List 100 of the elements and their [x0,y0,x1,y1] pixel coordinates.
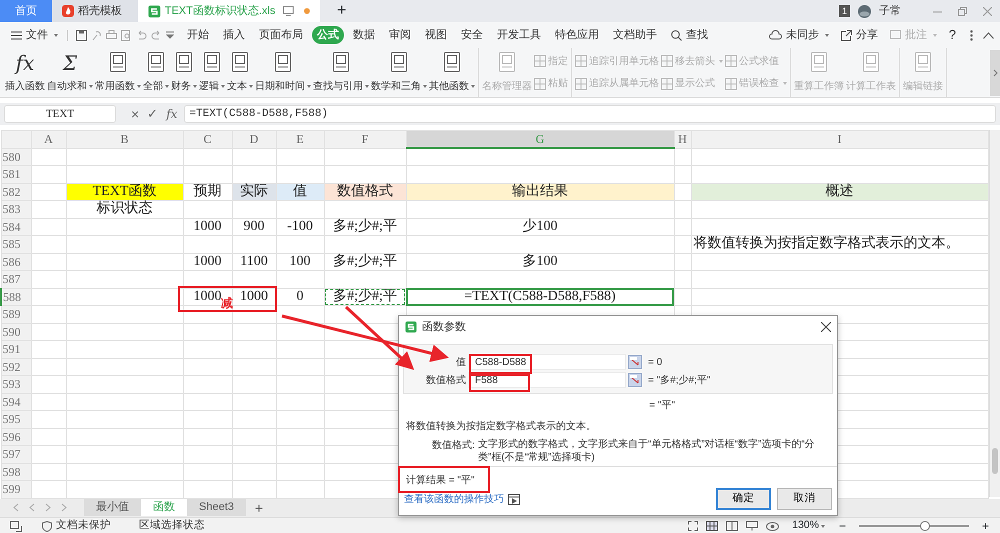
window-tab[interactable]: 首页 [0,0,52,22]
ribbon-button[interactable]: 其他函数 [428,50,476,95]
vertical-scrollbar[interactable] [988,130,1000,497]
row-header[interactable]: 580 [1,148,31,166]
column-header[interactable]: F [324,130,406,148]
enter-button[interactable]: ✓ [146,104,160,124]
column-header[interactable]: C [183,130,232,148]
menu-tab[interactable]: 开始 [182,26,214,44]
share-button[interactable]: 分享 [836,26,882,44]
row-header[interactable]: 583 [1,200,31,218]
menu-tab[interactable]: 文档助手 [608,26,662,44]
column-header[interactable]: A [31,130,66,148]
undo-icon[interactable] [136,30,147,40]
column-header[interactable]: I [691,130,988,148]
column-header[interactable]: B [66,130,183,148]
row-header[interactable]: 596 [1,428,31,446]
row-header[interactable]: 598 [1,463,31,480]
sync-button[interactable]: 未同步 [764,26,833,44]
user-name[interactable]: 子常 [879,2,901,20]
ribbon-button[interactable]: 查找与引用 [312,50,370,95]
input-field[interactable]: C588-D588 [468,354,626,370]
layout-icon[interactable] [746,521,758,531]
ribbon-button[interactable]: 文本 [226,50,254,95]
row-header[interactable]: 581 [1,166,31,183]
ribbon-button[interactable]: 常用函数 [94,50,142,95]
menu-tab[interactable]: 视图 [420,26,452,44]
new-tab-button[interactable]: + [336,0,348,22]
eye-icon[interactable] [766,522,780,530]
fullscreen-icon[interactable] [688,521,698,531]
row-header[interactable]: 594 [1,393,31,410]
column-header[interactable]: D [232,130,276,148]
row-header[interactable]: 582 [1,183,31,200]
zoom-in-button[interactable]: + [980,518,990,533]
dialog-button[interactable]: 取消 [777,488,832,510]
window-tab[interactable]: 稻壳模板 [52,0,138,22]
add-sheet-button[interactable]: + [254,498,264,516]
close-icon[interactable] [821,322,831,332]
column-header[interactable]: H [674,130,691,148]
row-header[interactable]: 584 [1,218,31,236]
name-box[interactable]: TEXT [4,105,116,123]
scroll-right-icon[interactable] [990,50,1000,96]
slider-thumb[interactable] [920,521,930,531]
notification-badge[interactable]: 1 [838,5,850,17]
column-header[interactable]: E [276,130,324,148]
menu-tab[interactable]: 开发工具 [492,26,546,44]
help-link[interactable]: 查看该函数的操作技巧 [404,492,504,506]
ribbon-button[interactable]: fx 插入函数 [4,50,46,95]
last-sheet-icon[interactable] [60,503,68,512]
page-break-icon[interactable] [726,521,738,531]
ribbon-button[interactable]: 数学和三角 [370,50,428,95]
preview-icon[interactable] [121,30,132,40]
row-header[interactable]: 595 [1,410,31,428]
row-header[interactable]: 592 [1,358,31,376]
sheet-tab[interactable]: 最小值 [84,499,141,516]
more-icon[interactable] [970,30,973,40]
window-tab[interactable]: TEXT函数标识状态.xls [138,0,320,22]
ribbon-button[interactable]: 日期和时间 [254,50,312,95]
help-button[interactable]: ? [944,24,960,46]
row-header[interactable]: 597 [1,446,31,463]
menu-tab[interactable]: 安全 [456,26,488,44]
search-button[interactable]: 查找 [666,26,713,44]
row-header[interactable]: 589 [1,306,31,323]
menu-tab[interactable]: 公式 [312,26,344,44]
cancel-button[interactable]: × [130,104,140,124]
menu-tab[interactable]: 页面布局 [254,26,308,44]
row-header[interactable]: 587 [1,270,31,288]
dialog-button[interactable]: 确定 [716,488,771,510]
menu-tab[interactable]: 插入 [218,26,250,44]
zoom-dropdown[interactable]: 130% [791,517,826,533]
ribbon-button[interactable]: Σ 自动求和 [46,50,94,95]
row-header[interactable]: 588 [1,288,31,306]
row-header[interactable]: 585 [1,236,31,253]
sheet-tab[interactable]: Sheet3 [187,499,246,516]
previous-sheet-icon[interactable] [28,503,36,512]
insert-function-button[interactable]: fx [165,104,178,124]
restore-icon[interactable] [958,6,967,16]
menu-tab[interactable]: 特色应用 [550,26,604,44]
range-picker-icon[interactable] [628,373,642,387]
customize-icon[interactable] [166,31,174,39]
ribbon-button[interactable]: 逻辑 [198,50,226,95]
formula-field[interactable]: =TEXT(C588-D588,F588) [184,105,996,123]
video-icon[interactable] [508,494,520,504]
menu-tab[interactable]: 数据 [348,26,380,44]
save-icon[interactable] [76,30,87,40]
file-menu[interactable]: 文件 [6,26,63,44]
row-header[interactable]: 586 [1,253,31,270]
print-icon[interactable] [106,30,117,40]
cell-mode-icon[interactable] [10,520,22,532]
ribbon-button[interactable]: 全部 [142,50,170,95]
range-picker-icon[interactable] [628,355,642,369]
row-header[interactable]: 591 [1,340,31,358]
sheet-tab[interactable]: 函数 [141,499,187,516]
collapse-icon[interactable] [983,32,994,38]
first-sheet-icon[interactable] [12,503,20,512]
redo-icon[interactable] [151,30,162,40]
next-sheet-icon[interactable] [44,503,52,512]
menu-tab[interactable]: 审阅 [384,26,416,44]
zoom-out-button[interactable]: − [838,518,847,533]
row-header[interactable]: 599 [1,480,31,498]
ribbon-button[interactable]: 财务 [170,50,198,95]
